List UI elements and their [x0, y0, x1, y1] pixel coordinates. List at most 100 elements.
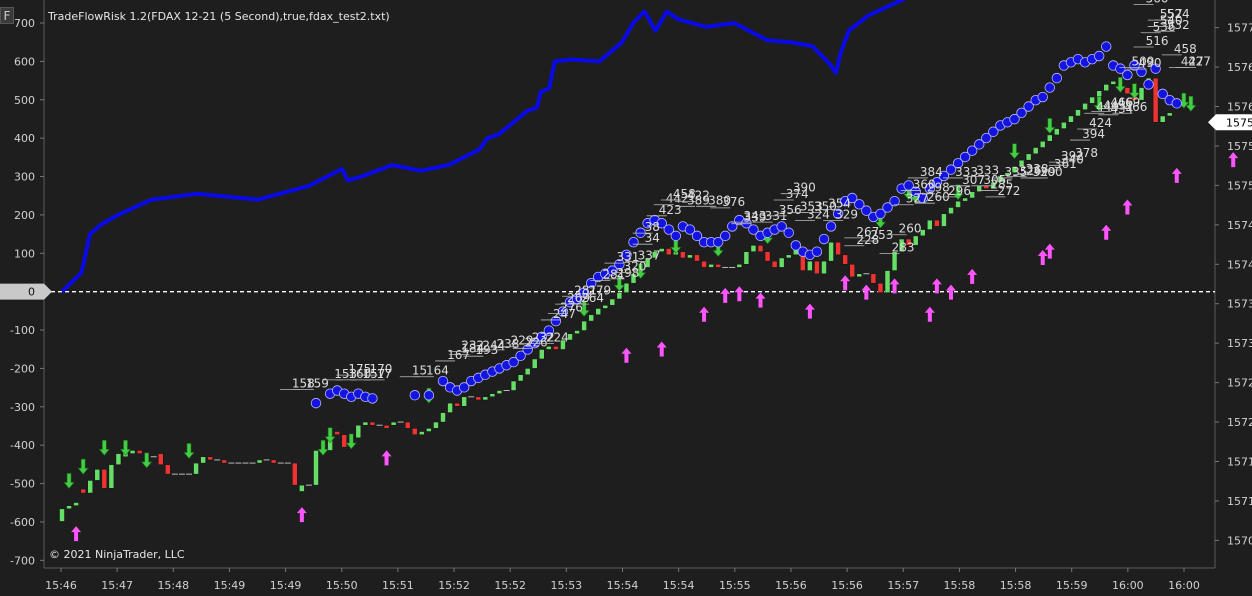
candle-up	[1103, 84, 1109, 91]
annotation-label: 170	[370, 362, 393, 376]
candle-up	[66, 505, 72, 510]
candle-up	[1075, 109, 1081, 117]
annotation-label: 490	[1139, 56, 1162, 70]
candle-down	[341, 434, 347, 448]
candle-up	[440, 412, 446, 423]
candle-up	[581, 320, 587, 331]
candle-down	[221, 459, 228, 464]
annotation-label: 516	[1146, 34, 1169, 48]
candle-up	[482, 396, 489, 401]
candle-down	[771, 260, 778, 268]
annotation-label: 560	[1146, 0, 1169, 5]
candle-up	[362, 421, 369, 426]
candle-up	[962, 197, 968, 202]
candle-up	[1061, 122, 1067, 129]
candle-down	[870, 273, 877, 284]
right-tick-label: 15755	[1227, 140, 1252, 153]
candle-up	[1054, 128, 1060, 136]
candle-down	[136, 450, 143, 454]
candle-down	[764, 251, 771, 262]
right-tick-label: 15715	[1227, 456, 1252, 469]
annotation-label: 38	[645, 220, 660, 234]
copyright: © 2021 NinjaTrader, LLC	[49, 548, 185, 561]
x-tick-label: 15:55	[719, 579, 751, 592]
candle-up	[59, 508, 65, 522]
x-tick-label: 15:48	[157, 579, 189, 592]
x-tick-label: 15:58	[944, 579, 976, 592]
annotation-label: 228	[856, 233, 879, 247]
annotation-label: 466	[1124, 100, 1147, 114]
candle-down	[383, 424, 390, 429]
annotation-label: 15	[412, 364, 427, 378]
trail-dot	[720, 230, 731, 242]
candle-down	[842, 254, 848, 265]
candle-up	[948, 207, 954, 215]
annotation-label: 337	[638, 249, 661, 263]
candle-up	[256, 459, 263, 464]
annotation-label: 384	[920, 165, 943, 179]
candle-up	[743, 251, 750, 265]
trail-dot	[1051, 72, 1063, 84]
left-tick-label: 500	[14, 94, 35, 107]
left-tick-label: -600	[10, 516, 35, 529]
x-tick-label: 15:49	[214, 579, 246, 592]
x-tick-label: 15:52	[494, 579, 526, 592]
annotation-label: 378	[1075, 146, 1098, 160]
left-tick-label: -400	[10, 439, 35, 452]
annotation-label: 260	[899, 222, 922, 236]
x-tick-label: 15:52	[438, 579, 470, 592]
candle-up	[433, 421, 439, 429]
candle-up	[129, 450, 136, 454]
right-tick-label: 15730	[1227, 337, 1252, 350]
candle-up	[778, 257, 785, 268]
candle-up	[602, 305, 609, 309]
annotation-label: 376	[722, 195, 745, 209]
candle-up	[73, 502, 79, 506]
x-tick-label: 15:50	[326, 579, 358, 592]
candle-up	[489, 393, 496, 398]
x-tick-label: 15:58	[1000, 579, 1032, 592]
candle-up	[1159, 115, 1166, 123]
annotation-label: 159	[306, 376, 329, 390]
candle-up	[313, 450, 319, 486]
annotation-label: 272	[997, 184, 1020, 198]
candle-up	[299, 484, 305, 492]
candle-down	[694, 254, 700, 262]
candle-up	[736, 264, 743, 268]
trail-dot	[1143, 79, 1154, 90]
candle-down	[101, 469, 108, 489]
candle-up	[821, 260, 827, 274]
chart-canvas[interactable]: 700 600 500 400 300 200 100 -100 -200 -300 -400 -50…	[0, 0, 1252, 596]
left-tick-label: 700	[14, 17, 35, 30]
candle-up	[785, 254, 792, 259]
zero-marker-tag	[0, 283, 52, 300]
candle-up	[941, 213, 947, 227]
candle-up	[419, 431, 425, 435]
candle-down	[553, 346, 559, 350]
trail-dot	[1093, 50, 1105, 62]
trail-dot	[1037, 91, 1048, 103]
candle-up	[595, 308, 601, 316]
candle-up	[1039, 140, 1046, 148]
x-tick-label: 15:56	[831, 579, 863, 592]
trail-dot	[1171, 98, 1182, 109]
candle-down	[334, 431, 340, 435]
trail-dot	[310, 397, 322, 409]
x-tick-label: 15:47	[101, 579, 133, 592]
right-tick-label: 15725	[1227, 377, 1252, 390]
left-tick-label: 600	[14, 55, 35, 68]
x-tick-label: 15:54	[663, 579, 695, 592]
trail-dot	[1044, 82, 1055, 93]
candle-up	[531, 358, 538, 369]
candle-up	[87, 480, 93, 494]
x-tick-label: 15:53	[550, 579, 582, 592]
candle-up	[574, 330, 580, 334]
annotation-label: 331	[616, 250, 639, 264]
left-tick-label: -100	[10, 324, 35, 337]
candle-down	[680, 251, 686, 259]
panel-button[interactable]: F	[0, 7, 14, 24]
left-tick-label: 300	[14, 171, 35, 184]
annotation-label: 329	[835, 208, 858, 222]
x-tick-label: 16:00	[1112, 579, 1144, 592]
trail-dot	[367, 393, 378, 404]
